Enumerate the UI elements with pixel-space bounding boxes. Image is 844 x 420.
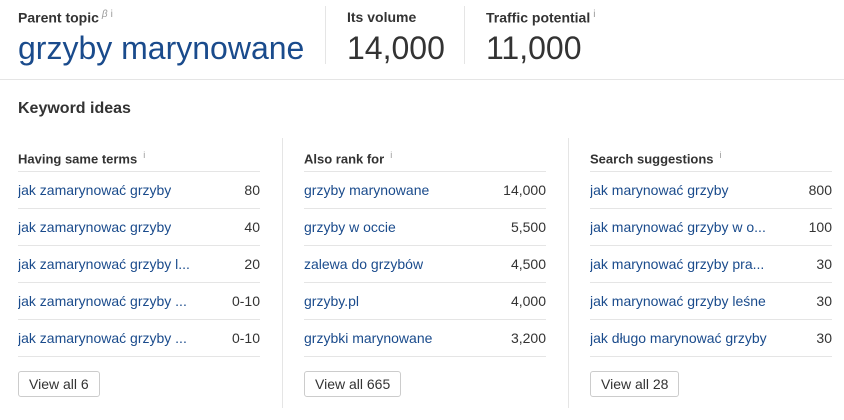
info-icon[interactable]: i (593, 9, 595, 20)
keyword-volume: 3,200 (510, 330, 546, 346)
keyword-volume: 20 (244, 256, 260, 272)
list-item: jak zamarynować grzyby ... 0-10 (18, 320, 260, 357)
metrics-header: Parent topic β i grzyby marynowane Its vol… (0, 0, 844, 80)
keyword-volume: 800 (808, 182, 832, 198)
keyword-volume: 0-10 (231, 330, 260, 346)
info-icon[interactable]: i (390, 150, 392, 160)
keyword-link[interactable]: grzyby.pl (304, 293, 359, 309)
keyword-link[interactable]: jak marynować grzyby pra... (590, 256, 764, 272)
keyword-volume: 5,500 (510, 219, 546, 235)
list-item: jak zamarynować grzyby 80 (18, 172, 260, 209)
keyword-link[interactable]: jak marynować grzyby w o... (590, 219, 766, 235)
parent-topic-label: Parent topic β i (18, 9, 113, 26)
list-item: zalewa do grzybów 4,500 (304, 246, 546, 283)
keyword-volume: 30 (816, 256, 832, 272)
keyword-link[interactable]: jak zamarynować grzyby (18, 182, 171, 198)
keyword-link[interactable]: grzyby marynowane (304, 182, 429, 198)
info-icon[interactable]: i (111, 9, 113, 20)
list-item: jak marynować grzyby 800 (590, 172, 832, 209)
keyword-link[interactable]: jak marynować grzyby leśne (590, 293, 766, 309)
keyword-link[interactable]: jak długo marynować grzyby (590, 330, 767, 346)
column-header: Search suggestions i (590, 138, 832, 172)
divider (568, 138, 569, 408)
volume-label: Its volume (347, 9, 417, 25)
list-item: jak marynować grzyby pra... 30 (590, 246, 832, 283)
keyword-volume: 30 (816, 330, 832, 346)
divider (282, 138, 283, 408)
column-having-same-terms: Having same terms i jak zamarynować grzyb… (18, 138, 260, 408)
keyword-volume: 30 (816, 293, 832, 309)
list-item: jak marynować grzyby w o... 100 (590, 209, 832, 246)
keyword-volume: 0-10 (231, 293, 260, 309)
list-item: jak zamarynować grzyby l... 20 (18, 246, 260, 283)
list-item: grzyby marynowane 14,000 (304, 172, 546, 209)
traffic-label: Traffic potential i (486, 9, 595, 26)
keyword-link[interactable]: jak marynować grzyby (590, 182, 729, 198)
divider (325, 6, 326, 64)
keyword-link[interactable]: jak zamarynować grzyby ... (18, 293, 187, 309)
list-item: jak długo marynować grzyby 30 (590, 320, 832, 357)
keyword-link[interactable]: zalewa do grzybów (304, 256, 423, 272)
keyword-link[interactable]: grzyby w occie (304, 219, 396, 235)
keyword-link[interactable]: grzybki marynowane (304, 330, 432, 346)
parent-topic-value[interactable]: grzyby marynowane (18, 30, 304, 67)
keyword-link[interactable]: jak zamarynować grzyby l... (18, 256, 190, 272)
column-title: Also rank for (304, 151, 385, 167)
keyword-volume: 40 (244, 219, 260, 235)
column-search-suggestions: Search suggestions i jak marynować grzyby… (590, 138, 832, 408)
list-item: grzyby.pl 4,000 (304, 283, 546, 320)
beta-badge: β (101, 9, 108, 20)
view-all-button[interactable]: View all 28 (590, 371, 680, 397)
keyword-link[interactable]: jak zamarynować grzyby ... (18, 330, 187, 346)
section-title: Keyword ideas (18, 100, 131, 117)
keyword-link[interactable]: jak zamarynowac grzyby (18, 219, 171, 235)
traffic-label-text: Traffic potential (486, 9, 591, 26)
column-header: Having same terms i (18, 138, 260, 172)
keyword-volume: 4,500 (510, 256, 546, 272)
list-item: grzybki marynowane 3,200 (304, 320, 546, 357)
column-also-rank-for: Also rank for i grzyby marynowane 14,000 g… (304, 138, 546, 408)
keyword-volume: 80 (244, 182, 260, 198)
volume-value: 14,000 (347, 30, 445, 66)
divider (464, 6, 465, 64)
view-all-button[interactable]: View all 665 (304, 371, 402, 397)
column-title: Search suggestions (590, 151, 714, 167)
column-title: Having same terms (18, 151, 138, 167)
keyword-volume: 4,000 (510, 293, 546, 309)
info-icon[interactable]: i (143, 150, 145, 160)
column-header: Also rank for i (304, 138, 546, 172)
info-icon[interactable]: i (720, 150, 722, 160)
list-item: jak zamarynować grzyby ... 0-10 (18, 283, 260, 320)
keyword-volume: 100 (808, 219, 832, 235)
traffic-value: 11,000 (486, 30, 582, 66)
view-all-button[interactable]: View all 6 (18, 371, 100, 397)
list-item: jak zamarynowac grzyby 40 (18, 209, 260, 246)
keyword-volume: 14,000 (503, 182, 546, 198)
list-item: jak marynować grzyby leśne 30 (590, 283, 832, 320)
list-item: grzyby w occie 5,500 (304, 209, 546, 246)
parent-topic-label-text: Parent topic (18, 9, 99, 26)
